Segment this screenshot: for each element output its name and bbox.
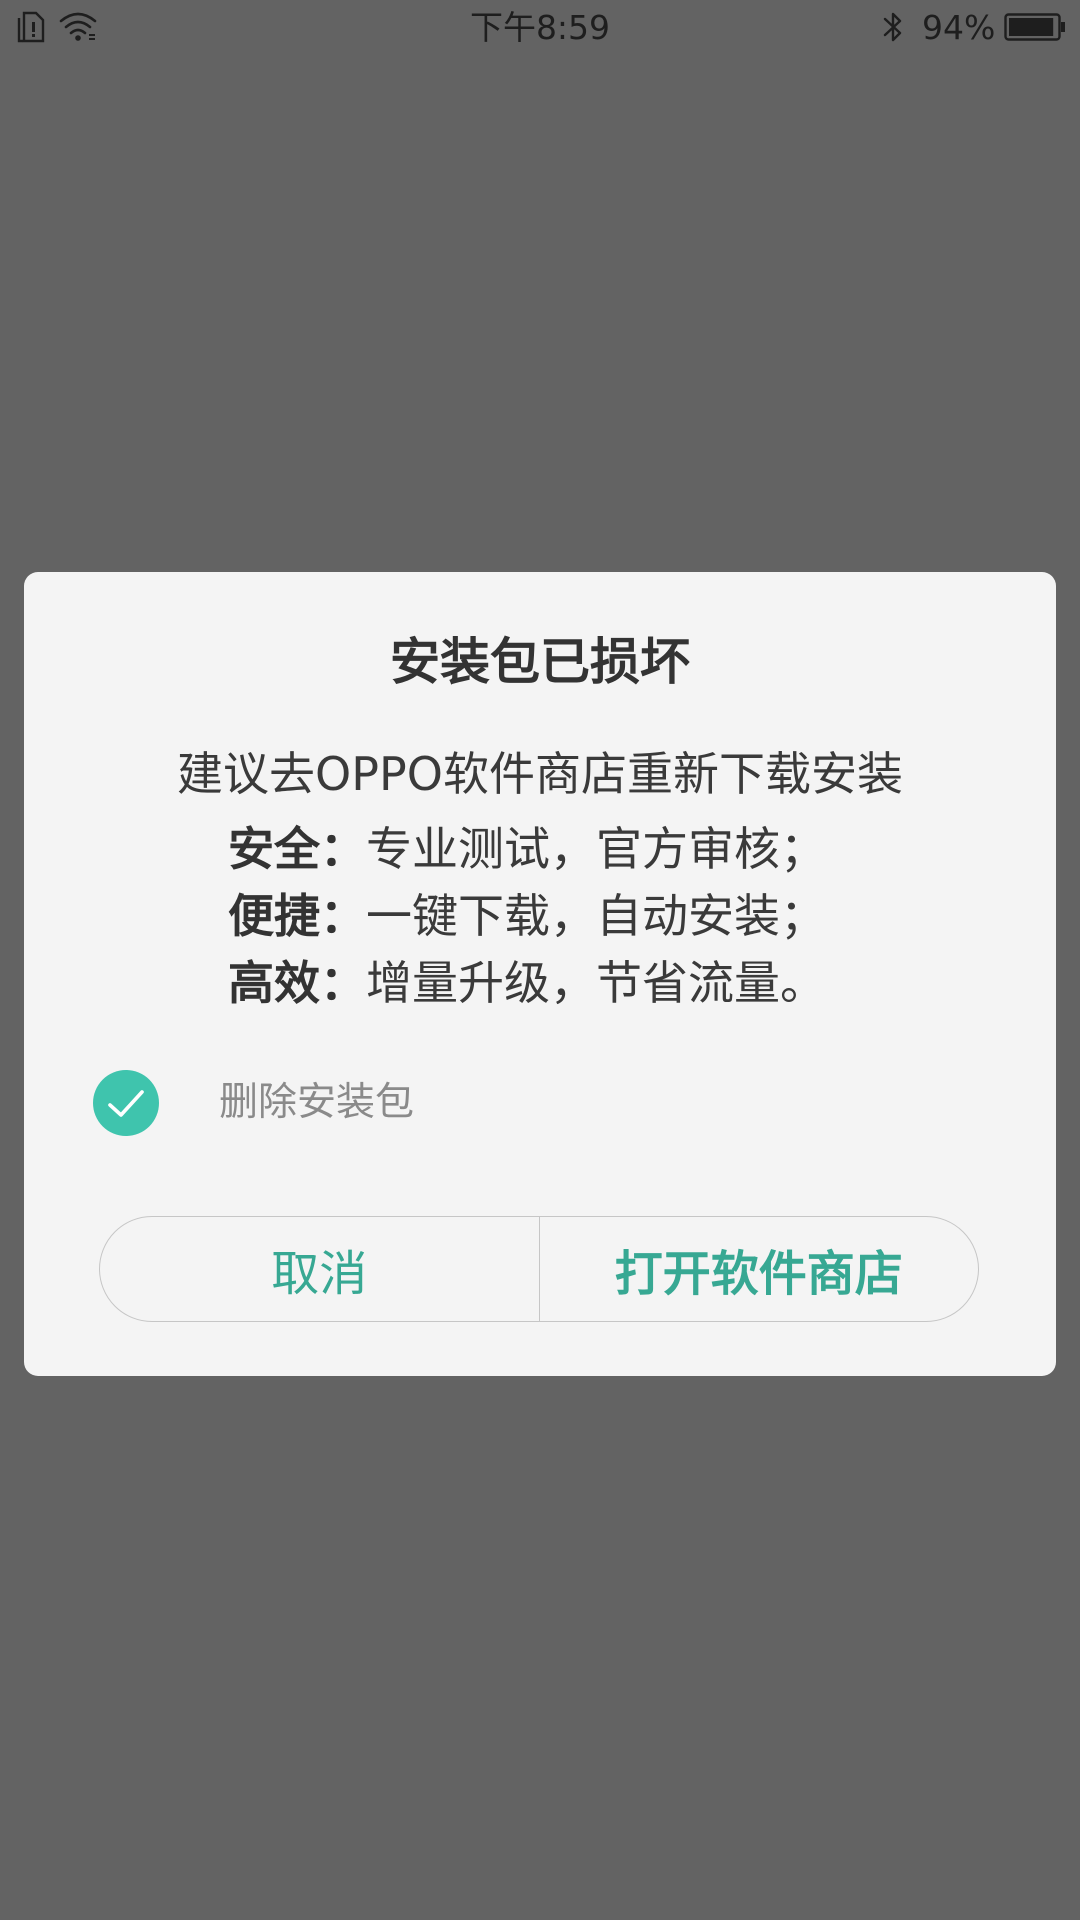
battery-percent: 94% <box>922 8 996 47</box>
feature-line-safety: 安全：专业测试，官方审核； <box>228 816 988 883</box>
feature-list: 安全：专业测试，官方审核； 便捷：一键下载，自动安装； 高效：增量升级，节省流量… <box>228 816 988 1017</box>
feature-value: 专业测试，官方审核； <box>366 822 826 876</box>
dialog-button-group: 取消 打开软件商店 <box>99 1216 979 1322</box>
feature-value: 一键下载，自动安装； <box>366 889 826 943</box>
battery-icon <box>1004 13 1065 41</box>
cancel-button[interactable]: 取消 <box>100 1217 539 1321</box>
feature-line-efficiency: 高效：增量升级，节省流量。 <box>228 950 988 1017</box>
dialog-title: 安装包已损坏 <box>390 633 690 691</box>
delete-package-checkbox-row[interactable]: 删除安装包 <box>93 1070 593 1136</box>
checkmark-icon <box>108 1090 144 1117</box>
bluetooth-icon <box>883 12 902 42</box>
delete-package-label: 删除安装包 <box>219 1080 415 1125</box>
status-bar: 下午8:59 94% <box>0 0 1080 56</box>
feature-key: 安全： <box>228 822 366 876</box>
status-time: 下午8:59 <box>469 8 611 47</box>
delete-package-checkbox[interactable] <box>93 1070 159 1136</box>
dialog-message: 建议去OPPO软件商店重新下载安装 <box>177 747 903 801</box>
feature-value: 增量升级，节省流量。 <box>366 956 826 1010</box>
install-error-dialog: 安装包已损坏 建议去OPPO软件商店重新下载安装 安全：专业测试，官方审核； 便… <box>24 572 1056 1376</box>
feature-line-convenience: 便捷：一键下载，自动安装； <box>228 883 988 950</box>
feature-key: 高效： <box>228 956 366 1010</box>
feature-key: 便捷： <box>228 889 366 943</box>
open-app-store-button[interactable]: 打开软件商店 <box>538 1217 979 1321</box>
